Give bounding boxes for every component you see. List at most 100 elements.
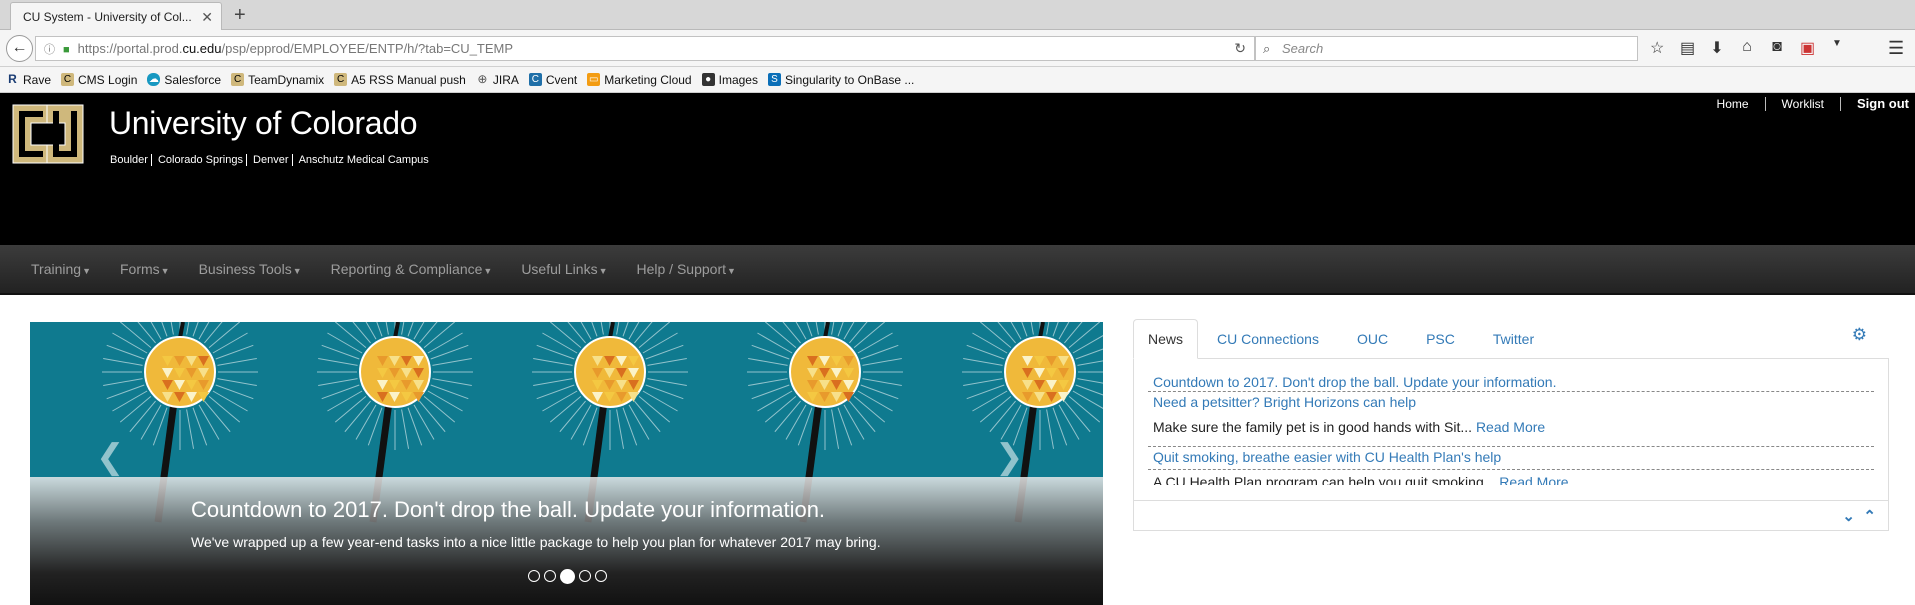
bookmark-label: Salesforce — [164, 72, 222, 87]
bookmark-marketing-cloud[interactable]: ▭ Marketing Cloud — [587, 73, 692, 87]
bookmark-label: A5 RSS Manual push — [351, 72, 466, 87]
info-icon[interactable]: ⓘ — [44, 39, 55, 62]
news-item-title[interactable]: Quit smoking, breathe easier with CU Hea… — [1153, 449, 1873, 465]
campus-colorado-springs: Colorado Springs — [154, 154, 247, 166]
tab-ouc[interactable]: OUC — [1338, 331, 1407, 358]
reload-icon[interactable]: ↻ — [1234, 37, 1246, 60]
marketing-cloud-icon: ▭ — [587, 73, 601, 86]
bookmark-star-icon[interactable]: ☆ — [1650, 38, 1664, 58]
carousel-dot[interactable] — [560, 569, 575, 584]
sign-out-link[interactable]: Sign out — [1841, 96, 1909, 111]
rave-icon: R — [8, 72, 17, 86]
carousel-dot[interactable] — [595, 570, 607, 582]
bookmarks-bar: R Rave C CMS Login ☁ Salesforce C TeamDynami… — [0, 67, 1915, 93]
tab-psc[interactable]: PSC — [1407, 331, 1474, 358]
search-input[interactable]: ⌕ Search — [1255, 36, 1638, 61]
worklist-link[interactable]: Worklist — [1766, 96, 1841, 111]
extension-icon[interactable]: ▣ — [1800, 38, 1815, 58]
caret-down-icon: ▼ — [292, 266, 302, 276]
carousel-prev-icon[interactable]: ❮ — [96, 437, 125, 477]
caret-down-icon: ▼ — [727, 266, 736, 276]
pocket-icon[interactable]: ◙ — [1770, 38, 1784, 58]
nav-reporting-compliance[interactable]: Reporting & Compliance▼ — [331, 261, 493, 277]
bookmark-salesforce[interactable]: ☁ Salesforce — [147, 73, 221, 87]
cu-logo[interactable] — [9, 99, 87, 169]
downloads-icon[interactable]: ⬇ — [1710, 38, 1724, 58]
tab-news[interactable]: News — [1133, 319, 1199, 359]
bookmark-label: CMS Login — [78, 72, 138, 87]
bookmark-label: TeamDynamix — [248, 72, 325, 87]
carousel-dot[interactable] — [528, 570, 540, 582]
news-item-title[interactable]: Countdown to 2017. Don't drop the ball. … — [1153, 374, 1873, 390]
browser-tab[interactable]: CU System - University of Col... ✕ — [10, 2, 222, 31]
campus-boulder: Boulder — [110, 154, 152, 166]
chevron-up-icon[interactable]: ⌃ — [1863, 507, 1876, 525]
nav-forms[interactable]: Forms▼ — [120, 261, 170, 277]
campus-anschutz: Anschutz Medical Campus — [298, 154, 429, 166]
cvent-icon: C — [528, 73, 542, 86]
url-suffix: /psp/epprod/EMPLOYEE/ENTP/h/?tab=CU_TEMP — [221, 41, 514, 56]
bookmark-cvent[interactable]: C Cvent — [528, 72, 578, 87]
bookmark-jira[interactable]: ⊕ JIRA — [476, 73, 519, 87]
news-list: Countdown to 2017. Don't drop the ball. … — [1133, 359, 1889, 531]
close-tab-icon[interactable]: ✕ — [201, 9, 213, 26]
globe-icon: ⊕ — [477, 72, 488, 86]
cu-bookmark-icon: C — [334, 73, 348, 86]
nav-business-tools[interactable]: Business Tools▼ — [199, 261, 302, 277]
carousel-title[interactable]: Countdown to 2017. Don't drop the ball. … — [191, 497, 825, 523]
news-divider — [1148, 469, 1874, 470]
bookmark-rave[interactable]: R Rave — [6, 73, 51, 87]
bookmark-label: JIRA — [492, 72, 519, 87]
cu-bookmark-icon: C — [61, 73, 75, 86]
url-prefix: https://portal.prod. — [77, 41, 183, 56]
news-item-summary: A CU Health Plan program can help you qu… — [1153, 474, 1873, 485]
caret-down-icon: ▼ — [82, 266, 91, 276]
cu-bookmark-icon: C — [231, 73, 245, 86]
home-icon[interactable]: ⌂ — [1740, 38, 1754, 58]
campus-list: Boulder Colorado Springs Denver Anschutz… — [110, 154, 432, 166]
news-divider — [1148, 446, 1874, 447]
new-tab-button[interactable]: + — [234, 4, 246, 27]
site-header: University of Colorado Boulder Colorado … — [0, 93, 1915, 245]
images-icon: ● — [701, 73, 715, 86]
bookmark-images[interactable]: ● Images — [701, 73, 758, 87]
hamburger-menu-icon[interactable]: ☰ — [1888, 38, 1904, 59]
main-nav: Training▼ Forms▼ Business Tools▼ Reporti… — [0, 245, 1915, 295]
bookmark-singularity[interactable]: S Singularity to OnBase ... — [767, 73, 914, 87]
chevron-down-icon[interactable]: ⌄ — [1842, 507, 1855, 525]
bookmark-a5-rss[interactable]: C A5 RSS Manual push — [334, 73, 466, 87]
chevron-down-icon[interactable]: ▼ — [1830, 38, 1844, 58]
bookmark-label: Cvent — [545, 72, 578, 87]
news-panel: News CU Connections OUC PSC Twitter ⚙ Co… — [1133, 317, 1889, 531]
gear-icon[interactable]: ⚙ — [1852, 325, 1867, 345]
caret-down-icon: ▼ — [160, 266, 170, 276]
tab-twitter[interactable]: Twitter — [1474, 331, 1553, 358]
salesforce-icon: ☁ — [147, 73, 161, 86]
browser-tabstrip: CU System - University of Col... ✕ + — [0, 0, 1915, 31]
nav-help-support[interactable]: Help / Support▼ — [637, 261, 736, 277]
news-item-title[interactable]: Need a petsitter? Bright Horizons can he… — [1153, 394, 1873, 410]
carousel-text: We've wrapped up a few year-end tasks in… — [191, 534, 881, 550]
nav-training[interactable]: Training▼ — [31, 261, 91, 277]
tab-cu-connections[interactable]: CU Connections — [1198, 331, 1338, 358]
bookmark-label: Rave — [23, 72, 52, 87]
carousel-next-icon[interactable]: ❯ — [995, 437, 1024, 477]
read-more-link[interactable]: Read More — [1476, 419, 1545, 435]
hero-carousel: ❮ ❯ Countdown to 2017. Don't drop the ba… — [30, 322, 1103, 605]
home-link[interactable]: Home — [1701, 96, 1766, 111]
bookmark-teamdynamix[interactable]: C TeamDynamix — [231, 73, 324, 87]
bookmark-cms-login[interactable]: C CMS Login — [61, 73, 137, 87]
nav-label: Forms — [119, 261, 160, 277]
url-bar[interactable]: ⓘ ■ https://portal.prod.cu.edu/psp/epprod/… — [35, 36, 1255, 61]
back-button[interactable]: ← — [6, 35, 33, 62]
browser-tab-title: CU System - University of Col... — [23, 10, 192, 24]
news-footer: ⌄ ⌃ — [1134, 500, 1888, 530]
nav-useful-links[interactable]: Useful Links▼ — [521, 261, 607, 277]
news-item-summary: Make sure the family pet is in good hand… — [1153, 419, 1873, 435]
carousel-dot[interactable] — [579, 570, 591, 582]
utility-links: Home Worklist Sign out — [1701, 96, 1909, 111]
reading-list-icon[interactable]: ▤ — [1680, 38, 1695, 58]
carousel-dot[interactable] — [544, 570, 556, 582]
lock-icon: ■ — [63, 44, 70, 56]
read-more-link[interactable]: Read More — [1499, 474, 1568, 485]
